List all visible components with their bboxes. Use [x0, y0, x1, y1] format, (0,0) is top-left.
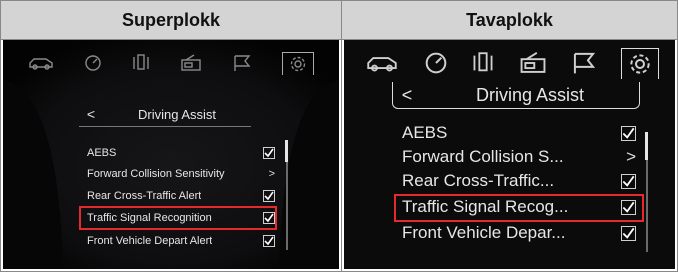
radio-icon[interactable] [180, 54, 202, 72]
checkbox-checked[interactable] [263, 235, 275, 247]
back-button[interactable]: < [79, 106, 103, 122]
item-label: Front Vehicle Depart Alert [87, 235, 213, 247]
item-label: Rear Cross-Traffic... [402, 171, 555, 190]
tab-bar [13, 50, 329, 76]
radio-icon[interactable] [519, 51, 547, 75]
display-screen: < Driving Assist AEBS Forward Collision … [3, 40, 339, 269]
menu-item-traffic-signal[interactable]: Traffic Signal Recognition [87, 209, 275, 227]
menu-title: Driving Assist [137, 106, 217, 122]
car-icon[interactable] [364, 53, 400, 73]
gauge-icon[interactable] [424, 51, 448, 75]
gauge-icon[interactable] [84, 54, 102, 72]
menu-item-front-vehicle-depart[interactable]: Front Vehicle Depar... [402, 222, 636, 244]
flag-icon[interactable] [232, 54, 252, 72]
menu-item-rear-cross-traffic[interactable]: Rear Cross-Traffic Alert [87, 187, 275, 205]
menu-item-rear-cross-traffic[interactable]: Rear Cross-Traffic... [402, 170, 636, 192]
chevron-right-icon: > [268, 168, 275, 180]
back-button[interactable]: < [393, 85, 421, 106]
panel-tavaplokk: Tavaplokk < Driving Assist AEBS Forward … [342, 1, 677, 271]
seat-icon[interactable] [132, 53, 150, 73]
item-label: Rear Cross-Traffic Alert [87, 190, 202, 202]
item-label: Forward Collision Sensitivity [87, 168, 225, 180]
panel-superplokk: Superplokk < Driving Assist AEBS Forward… [1, 1, 341, 271]
seat-icon[interactable] [472, 50, 494, 76]
comparison-table: Superplokk < Driving Assist AEBS Forward… [0, 0, 678, 272]
chevron-right-icon: > [626, 147, 636, 166]
checkbox-checked[interactable] [621, 173, 636, 189]
car-icon[interactable] [28, 55, 54, 71]
item-label: AEBS [87, 147, 117, 159]
menu-title-bar: < Driving Assist [392, 82, 640, 109]
checkbox-checked[interactable] [263, 147, 275, 159]
item-label: Forward Collision S... [402, 147, 564, 166]
checkbox-checked[interactable] [263, 190, 275, 202]
scrollbar-thumb[interactable] [645, 132, 648, 160]
checkbox-checked[interactable] [263, 212, 275, 224]
menu-item-aebs[interactable]: AEBS [87, 144, 275, 162]
item-label: Traffic Signal Recog... [402, 197, 569, 216]
gear-icon[interactable] [620, 47, 659, 79]
item-label: Front Vehicle Depar... [402, 223, 566, 242]
checkbox-checked[interactable] [621, 199, 636, 215]
checkbox-checked[interactable] [621, 225, 636, 241]
item-label: AEBS [402, 123, 448, 142]
menu-title: Driving Assist [475, 84, 585, 105]
menu-item-front-vehicle-depart[interactable]: Front Vehicle Depart Alert [87, 232, 275, 250]
item-label: Traffic Signal Recognition [87, 212, 212, 224]
display-screen: < Driving Assist AEBS Forward Collision … [344, 40, 675, 269]
menu-item-traffic-signal[interactable]: Traffic Signal Recog... [402, 196, 636, 218]
menu-item-forward-collision[interactable]: Forward Collision S... > [402, 146, 636, 168]
scrollbar-thumb[interactable] [285, 140, 288, 162]
menu-item-aebs[interactable]: AEBS [402, 122, 636, 144]
panel-header: Tavaplokk [342, 1, 677, 40]
menu-item-forward-collision[interactable]: Forward Collision Sensitivity > [87, 165, 275, 183]
panel-header: Superplokk [1, 1, 341, 40]
flag-icon[interactable] [571, 51, 597, 75]
tab-bar [352, 46, 671, 80]
checkbox-checked[interactable] [621, 125, 636, 141]
gear-icon[interactable] [282, 51, 314, 75]
menu-title-bar: < Driving Assist [79, 102, 251, 127]
